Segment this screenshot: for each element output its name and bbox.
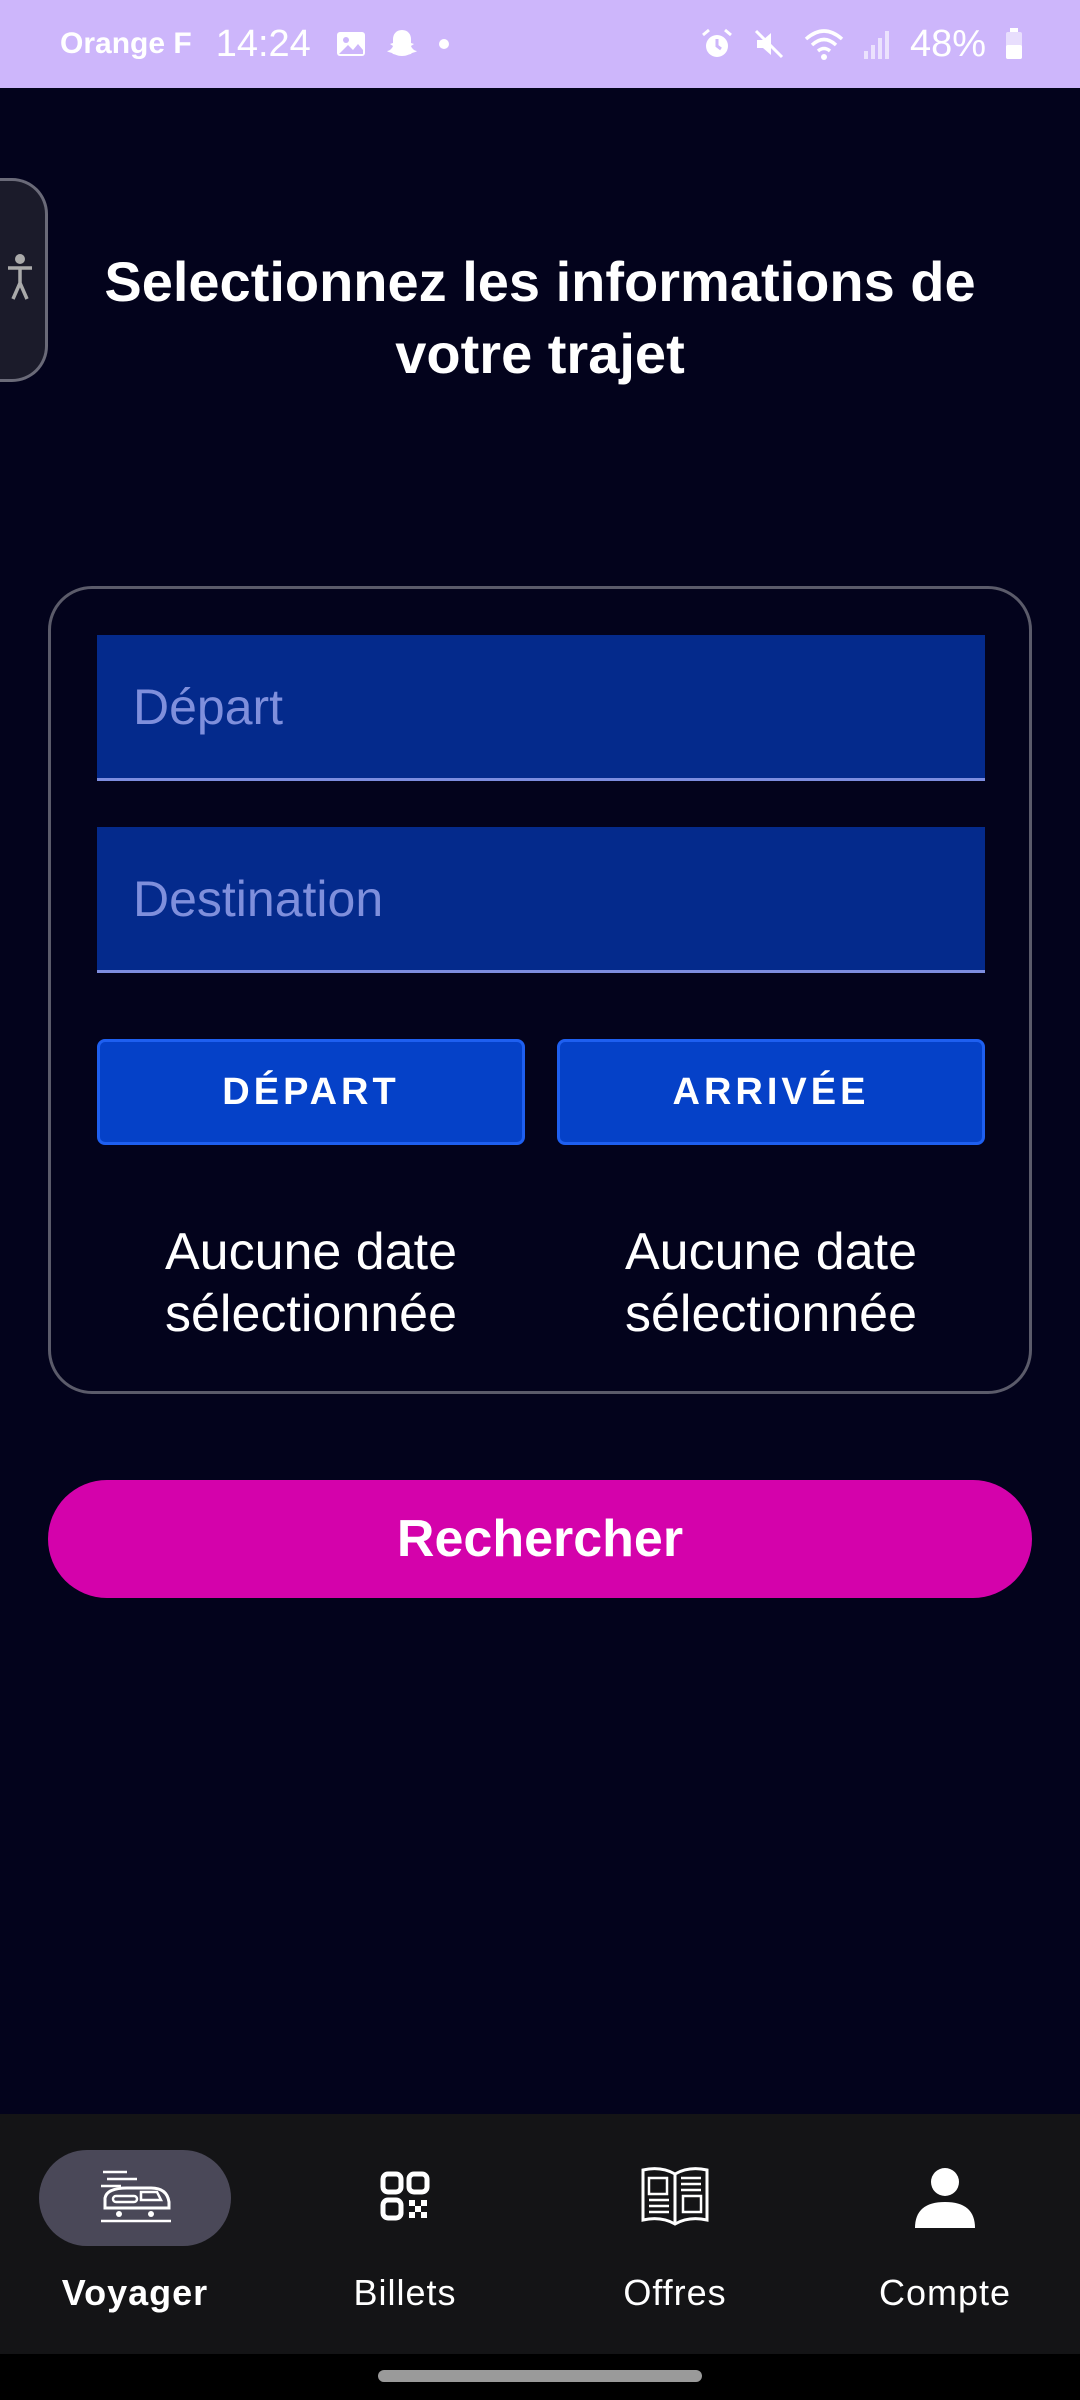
qr-code-icon xyxy=(380,2171,430,2226)
bottom-navigation: Voyager Billets Offres Compte xyxy=(0,2114,1080,2354)
depart-field[interactable] xyxy=(97,635,985,781)
nav-label: Billets xyxy=(353,2272,457,2313)
depart-date-button[interactable]: DÉPART xyxy=(97,1039,525,1145)
snapchat-icon xyxy=(385,27,419,61)
nav-label: Voyager xyxy=(61,2272,209,2313)
nav-icon-container xyxy=(39,2150,231,2246)
status-right: 48% xyxy=(700,23,1024,66)
destination-input[interactable] xyxy=(133,869,985,928)
train-icon xyxy=(97,2166,173,2231)
wifi-icon xyxy=(804,27,844,61)
status-time: 14:24 xyxy=(215,22,311,65)
mute-icon xyxy=(752,27,786,61)
gesture-bar-area xyxy=(0,2354,1080,2400)
nav-item-offres[interactable]: Offres xyxy=(540,2114,810,2354)
notification-icons xyxy=(335,27,451,61)
nav-item-compte[interactable]: Compte xyxy=(810,2114,1080,2354)
nav-item-billets[interactable]: Billets xyxy=(270,2114,540,2354)
nav-label: Compte xyxy=(878,2272,1012,2313)
alarm-icon xyxy=(700,27,734,61)
trip-form-card: DÉPART ARRIVÉE Aucune date sélectionnée … xyxy=(48,586,1032,1394)
person-icon xyxy=(913,2164,977,2233)
accessibility-tab[interactable] xyxy=(0,178,48,382)
search-button[interactable]: Rechercher xyxy=(48,1480,1032,1598)
image-icon xyxy=(335,28,367,60)
arrivee-date-button[interactable]: ARRIVÉE xyxy=(557,1039,985,1145)
signal-icon xyxy=(862,27,892,61)
destination-field[interactable] xyxy=(97,827,985,973)
dot-icon xyxy=(437,37,451,51)
page-title: Selectionnez les informations de votre t… xyxy=(104,250,976,385)
accessibility-icon xyxy=(5,253,35,308)
battery-icon xyxy=(1004,27,1024,61)
nav-icon-container xyxy=(309,2150,501,2246)
home-gesture-handle[interactable] xyxy=(378,2370,702,2382)
nav-icon-container xyxy=(579,2150,771,2246)
depart-input[interactable] xyxy=(133,677,985,736)
depart-date-text: Aucune date sélectionnée xyxy=(164,1223,458,1343)
arrivee-date-text: Aucune date sélectionnée xyxy=(624,1223,918,1343)
carrier-name: Orange F xyxy=(60,27,192,60)
status-bar: Orange F 14:24 48% xyxy=(0,0,1080,88)
status-left: Orange F 14:24 xyxy=(60,23,451,66)
nav-label: Offres xyxy=(623,2272,727,2313)
nav-item-voyager[interactable]: Voyager xyxy=(0,2114,270,2354)
book-icon xyxy=(637,2164,713,2233)
nav-icon-container xyxy=(849,2150,1041,2246)
battery-percent: 48% xyxy=(909,22,986,65)
screen: Orange F 14:24 48% Selectionnez les info… xyxy=(0,0,1080,2400)
